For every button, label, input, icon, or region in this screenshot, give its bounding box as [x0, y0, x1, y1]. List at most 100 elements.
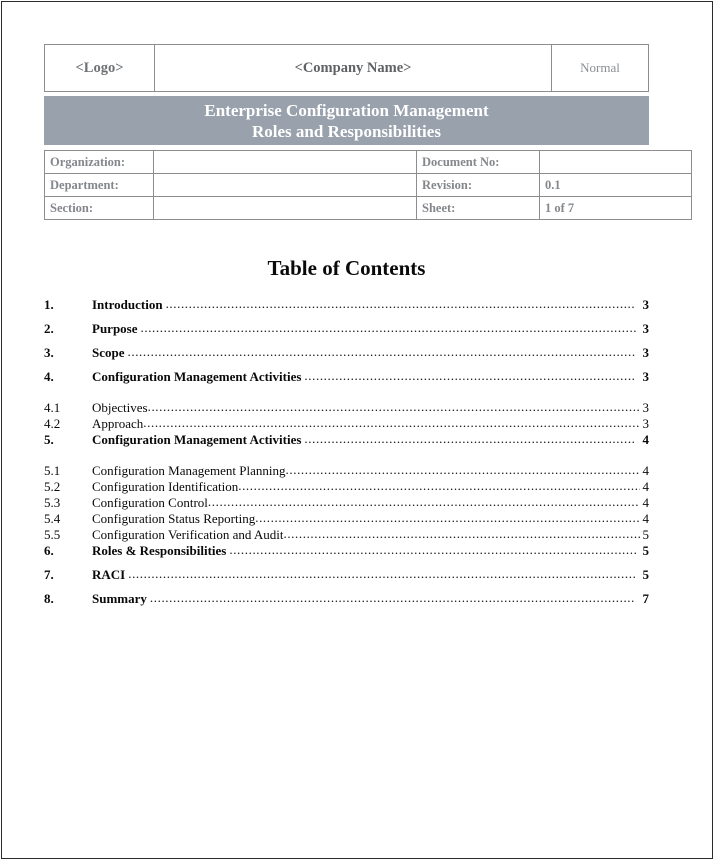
document-page: <Logo> <Company Name> Normal Enterprise … [1, 1, 713, 859]
document-header-table: <Logo> <Company Name> Normal [44, 44, 649, 92]
toc-entry[interactable]: 5.5 Configuration Verification and Audit.… [44, 526, 650, 543]
toc-entry[interactable]: 8. Summary...............................… [44, 590, 650, 615]
table-row: Department: Revision: 0.1 [44, 173, 692, 197]
toc-entry[interactable]: 5. Configuration Management Activities ..… [44, 431, 650, 456]
toc-dot-leader: ........................................… [149, 590, 636, 605]
toc-entry[interactable]: 5.4 Configuration Status Reporting.......… [44, 510, 650, 527]
department-value[interactable] [153, 173, 417, 197]
toc-entry-page-number: 4 [642, 463, 650, 478]
toc-dot-leader: ........................................… [127, 344, 637, 359]
logo-cell: <Logo> [44, 44, 155, 92]
document-title-line-1: Enterprise Configuration Management [204, 100, 489, 120]
table-row: Organization: Document No: [44, 150, 692, 174]
toc-entry[interactable]: 5.2 Configuration Identification ........… [44, 478, 650, 495]
toc-entry[interactable]: 6. Roles & Responsibilities .............… [44, 542, 650, 567]
toc-entry-number: 5.2 [44, 479, 61, 494]
toc-entry[interactable]: 7. RACI .................................… [44, 566, 650, 591]
toc-entry-title: Configuration Control [92, 495, 208, 510]
company-name-cell: <Company Name> [154, 44, 552, 92]
toc-entry-title: Configuration Management Activities [92, 369, 302, 384]
section-label: Section: [44, 196, 154, 220]
toc-dot-leader: ........................................… [304, 431, 636, 446]
toc-entry-title: Summary [92, 591, 147, 606]
organization-value[interactable] [153, 150, 417, 174]
toc-entry-number: 1. [44, 297, 54, 312]
toc-entry-number: 3. [44, 345, 54, 360]
toc-entry-page-number: 3 [642, 321, 650, 336]
toc-entry-page-number: 7 [642, 591, 650, 606]
toc-entry[interactable]: 3. Scope ................................… [44, 344, 650, 369]
toc-entry-number: 5.3 [44, 495, 61, 510]
toc-entry[interactable]: 4.2 Approach.............................… [44, 415, 650, 432]
toc-dot-leader: ........................................… [147, 399, 640, 414]
sheet-label: Sheet: [416, 196, 540, 220]
document-info-table: Organization: Document No: Department: R… [44, 150, 692, 220]
toc-entry-number: 7. [44, 567, 54, 582]
toc-entry-number: 5. [44, 432, 54, 447]
toc-dot-leader: ........................................… [207, 494, 640, 509]
toc-entry-page-number: 3 [642, 369, 650, 384]
section-value[interactable] [153, 196, 417, 220]
toc-entry-title: Scope [92, 345, 125, 360]
table-row: Section: Sheet: 1 of 7 [44, 196, 692, 220]
toc-entry-title: Configuration Identification [92, 479, 239, 494]
toc-entry-page-number: 3 [642, 400, 650, 415]
revision-label: Revision: [416, 173, 540, 197]
toc-entry-page-number: 5 [642, 567, 650, 582]
toc-entry-page-number: 3 [642, 345, 650, 360]
toc-entry-title: Configuration Management Activities [92, 432, 302, 447]
toc-entry-number: 5.5 [44, 527, 61, 542]
document-no-label: Document No: [416, 150, 540, 174]
header-row: <Logo> <Company Name> Normal [44, 44, 649, 92]
toc-entry-title: Purpose [92, 321, 138, 336]
toc-entry-page-number: 5 [642, 527, 650, 542]
document-title-line-2: Roles and Responsibilities [252, 121, 441, 141]
document-title-banner: Enterprise Configuration Management Role… [44, 96, 649, 145]
toc-entry-page-number: 4 [642, 432, 650, 447]
page-title: Table of Contents [267, 256, 426, 280]
toc-entry-number: 5.1 [44, 463, 61, 478]
toc-entry[interactable]: 5.1 Configuration Management Planning....… [44, 462, 650, 479]
toc-entry[interactable]: 2. Purpose...............................… [44, 320, 650, 345]
toc-entry-page-number: 4 [642, 495, 650, 510]
toc-dot-leader: ........................................… [143, 415, 640, 430]
toc-dot-leader: ........................................… [229, 542, 636, 557]
toc-entry-page-number: 4 [642, 479, 650, 494]
toc-entry-number: 2. [44, 321, 54, 336]
status-cell: Normal [551, 44, 649, 92]
toc-entry-title: Configuration Verification and Audit [92, 527, 284, 542]
toc-entry-title: Configuration Status Reporting [92, 511, 256, 526]
toc-entry-number: 8. [44, 591, 54, 606]
toc-entry[interactable]: 5.3 Configuration Control................… [44, 494, 650, 511]
toc-entry-number: 4.1 [44, 400, 61, 415]
toc-entry-number: 6. [44, 543, 54, 558]
toc-entry-number: 4.2 [44, 416, 61, 431]
toc-entry-page-number: 4 [642, 511, 650, 526]
organization-label: Organization: [44, 150, 154, 174]
toc-dot-leader: ........................................… [238, 478, 640, 493]
toc-dot-leader: ........................................… [255, 510, 640, 525]
toc-entry[interactable]: 4.1 Objectives...........................… [44, 399, 650, 416]
revision-value[interactable]: 0.1 [539, 173, 692, 197]
toc-entry-title: Configuration Management Planning [92, 463, 286, 478]
toc-dot-leader: ........................................… [283, 526, 640, 541]
toc-dot-leader: ........................................… [128, 566, 636, 581]
toc-dot-leader: ........................................… [165, 296, 636, 311]
department-label: Department: [44, 173, 154, 197]
toc-entry-number: 5.4 [44, 511, 61, 526]
document-no-value[interactable] [539, 150, 692, 174]
toc-entry-title: RACI [92, 567, 126, 582]
toc-dot-leader: ........................................… [140, 320, 637, 335]
toc-entry[interactable]: 4. Configuration Management Activities ..… [44, 368, 650, 393]
toc-entry-page-number: 3 [642, 297, 650, 312]
toc-entry[interactable]: 1. Introduction..........................… [44, 296, 650, 321]
toc-entry-title: Approach [92, 416, 144, 431]
page-content: <Logo> <Company Name> Normal Enterprise … [44, 44, 692, 615]
toc-entry-title: Objectives [92, 400, 148, 415]
toc-entry-page-number: 5 [642, 543, 650, 558]
sheet-value[interactable]: 1 of 7 [539, 196, 692, 220]
toc-entry-title: Roles & Responsibilities [92, 543, 227, 558]
toc-dot-leader: ........................................… [304, 368, 636, 383]
toc-entry-page-number: 3 [642, 416, 650, 431]
toc-dot-leader: ........................................… [285, 462, 640, 477]
